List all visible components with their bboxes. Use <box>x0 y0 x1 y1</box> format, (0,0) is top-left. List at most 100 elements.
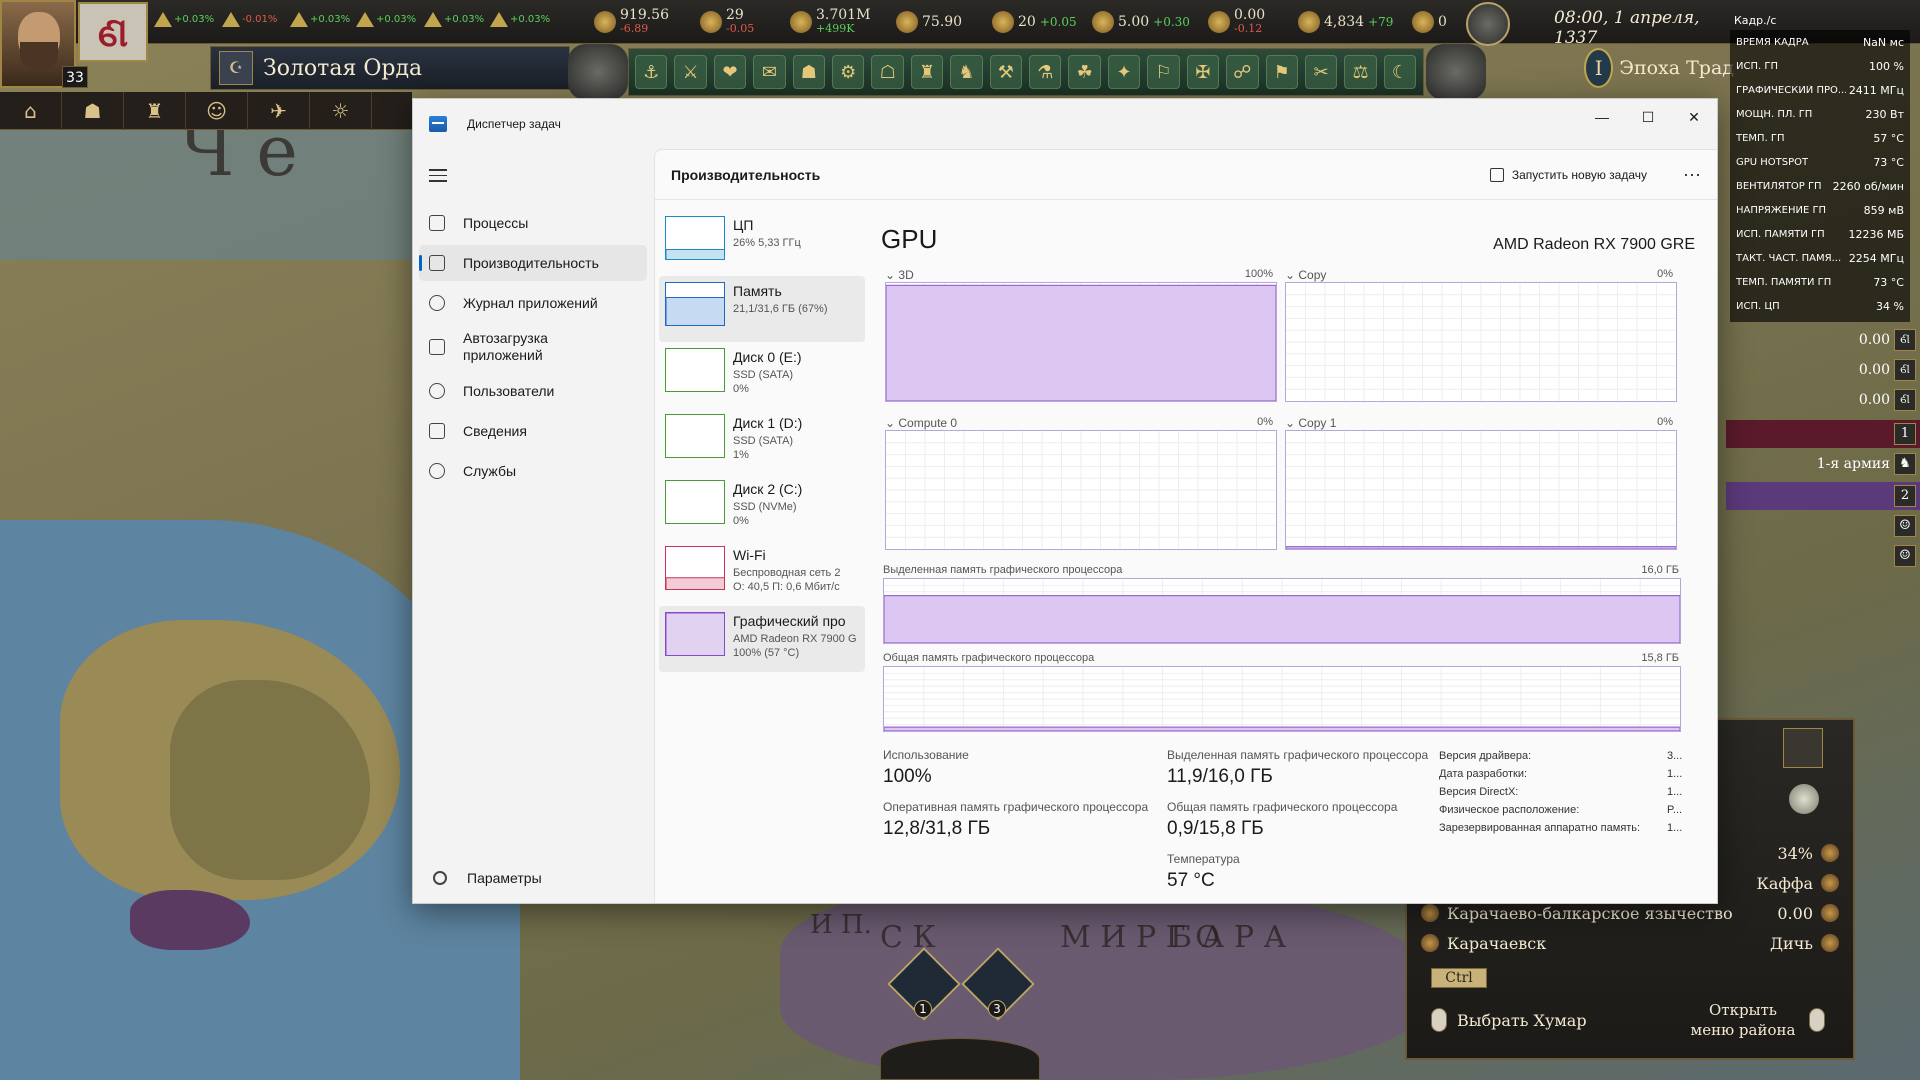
resource-legitimacy[interactable]: 75.90 <box>896 4 962 40</box>
performance-icon <box>429 255 445 271</box>
action-button[interactable]: ✂ <box>1304 55 1338 89</box>
overlay-key: Время кадра <box>1736 36 1809 48</box>
game-speed-clock-icon[interactable] <box>1466 2 1510 46</box>
resource-navy[interactable]: 0 <box>1412 4 1447 40</box>
action-button[interactable]: ⚖ <box>1344 55 1377 89</box>
hamburger-menu-icon[interactable] <box>429 169 447 183</box>
right-panel-row[interactable]: 2 <box>1726 482 1920 510</box>
temperature-value: 57 °C <box>1167 870 1215 891</box>
realm-title-bar[interactable]: ☪ Золотая Орда <box>210 46 570 90</box>
action-button[interactable]: ⚑ <box>1265 55 1298 89</box>
right-panel-row[interactable]: ☺ <box>1726 542 1920 570</box>
resource-item[interactable]: Диск 2 (C:) SSD (NVMe) 0% <box>659 474 865 540</box>
close-button[interactable]: ✕ <box>1671 99 1717 135</box>
action-button[interactable]: ⚓ <box>635 55 668 89</box>
action-button[interactable]: ✉ <box>753 55 786 89</box>
action-button[interactable]: ♜ <box>910 55 944 89</box>
menu-button-buildings[interactable]: ♜ <box>124 92 186 130</box>
resource-item[interactable]: Память 21,1/31,6 ГБ (67%) <box>659 276 865 342</box>
province-building-icon[interactable] <box>1783 728 1823 768</box>
right-panel-row[interactable]: 0.00 ଣ <box>1726 386 1920 414</box>
era-indicator[interactable]: I Эпоха Трад <box>1584 46 1734 90</box>
nav-item-services[interactable]: Службы <box>419 453 647 489</box>
resource-manpower[interactable]: 3.701M +499K <box>790 4 870 40</box>
action-button[interactable]: ⚐ <box>1147 55 1180 89</box>
resource-prestige[interactable]: 20 +0.05 <box>992 4 1077 40</box>
nav-item-performance[interactable]: Производительность <box>419 245 647 281</box>
map-mode-selector[interactable] <box>880 1038 1040 1080</box>
menu-button-court[interactable]: ☗ <box>62 92 124 130</box>
action-button[interactable]: ❤ <box>713 55 747 89</box>
engine-compute0-label[interactable]: ⌄ Compute 0 <box>885 416 957 430</box>
window-titlebar[interactable]: Диспетчер задач — ☐ ✕ <box>413 99 1717 149</box>
more-options-button[interactable]: ··· <box>1677 164 1707 185</box>
action-button[interactable]: ✠ <box>1186 55 1220 89</box>
resource-item[interactable]: ЦП 26% 5,33 ГГц <box>659 210 865 276</box>
mini-resource[interactable]: +0.03% <box>290 12 350 27</box>
menu-button-trade[interactable]: ✈ <box>248 92 310 130</box>
mini-resource[interactable]: -0.01% <box>222 12 277 27</box>
settings-button[interactable]: Параметры <box>419 861 647 895</box>
resource-item[interactable]: Диск 0 (E:) SSD (SATA) 0% <box>659 342 865 408</box>
right-panel-row[interactable]: 1-я армия ♞ <box>1726 450 1920 478</box>
minimize-button[interactable]: — <box>1579 99 1625 135</box>
resource-item-detail: 1% <box>733 449 749 461</box>
action-button[interactable]: ♞ <box>950 55 983 89</box>
resource-stability[interactable]: 29 -0.05 <box>700 4 754 40</box>
run-new-task-button[interactable]: Запустить новую задачу <box>1489 167 1647 182</box>
mini-resource[interactable]: +0.03% <box>424 12 484 27</box>
open-district-menu-hint[interactable]: Открыть меню района <box>1687 1000 1835 1040</box>
resource-war-exhaustion[interactable]: 0.00 -0.12 <box>1208 4 1265 40</box>
action-button[interactable]: ☘ <box>1068 55 1101 89</box>
resource-value: 5.00 <box>1118 14 1150 30</box>
action-button[interactable]: ☍ <box>1226 55 1259 89</box>
menu-button-diplomacy[interactable]: ☺ <box>186 92 248 130</box>
engine-3d-label[interactable]: ⌄ 3D <box>885 268 914 282</box>
right-panel-row[interactable]: 0.00 ଣ <box>1726 356 1920 384</box>
overlay-key: Такт. част. памя... <box>1736 252 1842 264</box>
province-row[interactable]: Карачаевск Дичь <box>1421 930 1839 956</box>
window-title: Диспетчер задач <box>467 117 561 131</box>
right-panel-row[interactable]: ☺ <box>1726 512 1920 540</box>
right-row-value: 1-я армия <box>1816 456 1890 472</box>
nav-item-users[interactable]: Пользователи <box>419 373 647 409</box>
maximize-button[interactable]: ☐ <box>1625 99 1671 135</box>
overlay-value: 2254 МГц <box>1848 251 1904 265</box>
engine-copy1-label[interactable]: ⌄ Copy 1 <box>1285 416 1336 430</box>
action-button[interactable]: ☾ <box>1383 55 1417 89</box>
engine-copy-label[interactable]: ⌄ Copy <box>1285 268 1326 282</box>
nav-item-app-history[interactable]: Журнал приложений <box>419 285 647 321</box>
details-list-icon <box>429 423 445 439</box>
action-button[interactable]: ⚗ <box>1029 55 1062 89</box>
resource-diplomacy[interactable]: 5.00 +0.30 <box>1092 4 1190 40</box>
resource-gold[interactable]: 919.56 -6.89 <box>594 4 669 40</box>
engine-copy1-pct: 0% <box>1657 416 1673 428</box>
realm-emblem-icon: ☪ <box>219 51 253 85</box>
resource-item[interactable]: Диск 1 (D:) SSD (SATA) 1% <box>659 408 865 474</box>
action-button[interactable]: ☖ <box>871 55 904 89</box>
mini-resource[interactable]: +0.03% <box>154 12 214 27</box>
mini-resource[interactable]: +0.03% <box>356 12 416 27</box>
nav-item-details[interactable]: Сведения <box>419 413 647 449</box>
ctrl-key-hint: Ctrl <box>1431 968 1487 988</box>
right-panel-row[interactable]: 1 <box>1726 420 1920 448</box>
resource-item[interactable]: Wi-Fi Беспроводная сеть 2 О: 40,5 П: 0,6 М… <box>659 540 865 606</box>
action-button[interactable]: ⚔ <box>674 55 707 89</box>
action-button[interactable]: ⚙ <box>832 55 865 89</box>
action-button[interactable]: ☗ <box>792 55 826 89</box>
resource-army[interactable]: 4,834 +79 <box>1298 4 1393 40</box>
resource-item[interactable]: Графический про AMD Radeon RX 7900 G 100% … <box>659 606 865 672</box>
dedicated-memory-svg <box>884 579 1680 643</box>
menu-button-government[interactable]: ⌂ <box>0 92 62 130</box>
action-button[interactable]: ✦ <box>1107 55 1141 89</box>
resource-thumbnail-graph <box>665 348 725 392</box>
nav-item-startup-apps[interactable]: Автозагрузка приложений <box>419 325 647 369</box>
mini-resource[interactable]: +0.03% <box>490 12 550 27</box>
coat-of-arms[interactable]: ଣ <box>78 2 148 62</box>
nav-item-processes[interactable]: Процессы <box>419 205 647 241</box>
menu-button-religion[interactable]: ☼ <box>310 92 372 130</box>
right-panel-row[interactable]: 0.00 ଣ <box>1726 326 1920 354</box>
action-button[interactable]: ⚒ <box>989 55 1023 89</box>
select-hint[interactable]: Выбрать Хумар <box>1431 1008 1587 1032</box>
engine-copy1-fill <box>1286 546 1676 549</box>
